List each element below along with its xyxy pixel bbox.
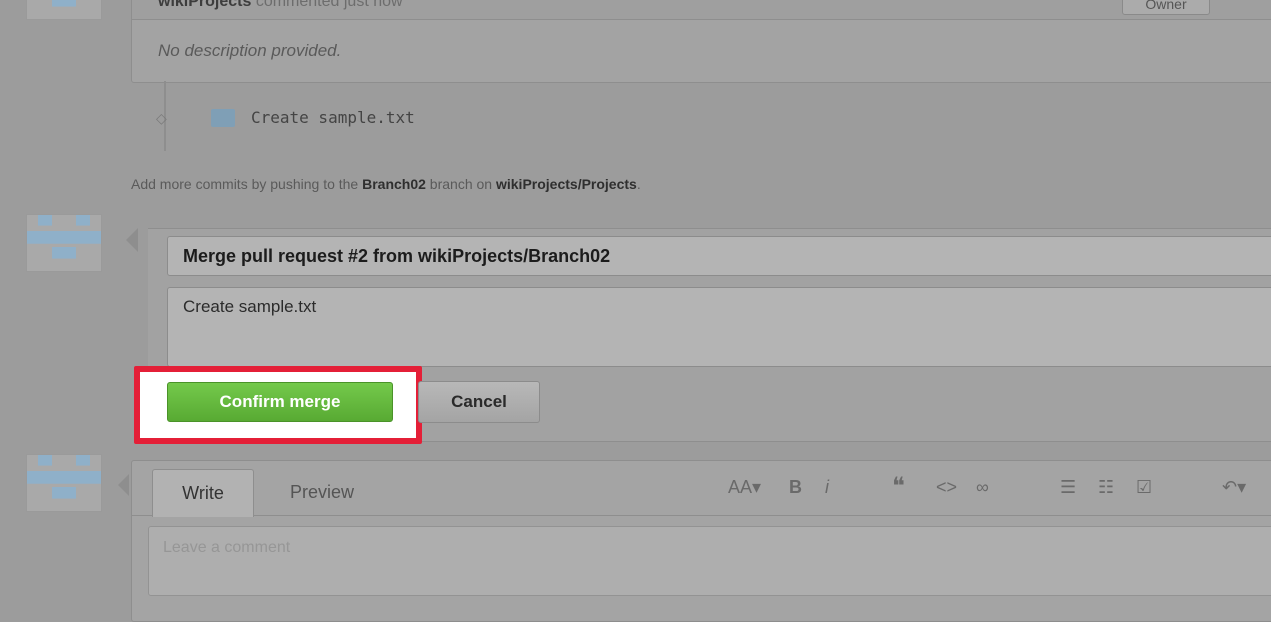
author-name[interactable]: wikiProjects commented just now bbox=[158, 0, 403, 11]
tab-write[interactable]: Write bbox=[152, 469, 254, 517]
commit-comment-box: wikiProjects commented just now Owner No… bbox=[131, 0, 1271, 83]
header-icon[interactable]: AA▾ bbox=[728, 474, 761, 500]
link-icon[interactable]: ∞ bbox=[976, 474, 989, 500]
cancel-button[interactable]: Cancel bbox=[418, 381, 540, 423]
numbered-list-icon[interactable]: ☷ bbox=[1098, 474, 1114, 500]
task-list-icon[interactable]: ☑ bbox=[1136, 474, 1152, 500]
repo-link[interactable]: wikiProjects/Projects bbox=[496, 176, 637, 192]
comment-input[interactable] bbox=[148, 526, 1271, 596]
bulleted-list-icon[interactable]: ☰ bbox=[1060, 474, 1076, 500]
branch-name: Branch02 bbox=[362, 176, 426, 192]
comment-header: wikiProjects commented just now Owner bbox=[132, 0, 1271, 20]
merge-message-field[interactable]: Create sample.txt bbox=[167, 287, 1271, 367]
reply-icon[interactable]: ↶▾ bbox=[1222, 474, 1246, 500]
commit-description: No description provided. bbox=[158, 41, 342, 60]
owner-badge: Owner bbox=[1122, 0, 1210, 15]
tab-preview[interactable]: Preview bbox=[262, 469, 382, 516]
quote-icon[interactable]: ❝ bbox=[892, 474, 905, 500]
code-icon[interactable]: <> bbox=[936, 474, 957, 500]
avatar[interactable] bbox=[26, 0, 102, 20]
commit-message[interactable]: Create sample.txt bbox=[251, 108, 415, 127]
merge-title-field[interactable]: Merge pull request #2 from wikiProjects/… bbox=[167, 236, 1271, 276]
avatar[interactable] bbox=[26, 454, 102, 512]
bold-icon[interactable]: B bbox=[789, 474, 802, 500]
commit-icon: ◇ bbox=[156, 110, 167, 126]
italic-icon[interactable]: i bbox=[825, 474, 829, 500]
push-hint: Add more commits by pushing to the Branc… bbox=[131, 176, 641, 192]
merge-panel-caret bbox=[126, 228, 138, 252]
comment-action: commented just now bbox=[255, 0, 403, 10]
avatar[interactable] bbox=[26, 214, 102, 272]
confirm-merge-button[interactable]: Confirm merge bbox=[167, 382, 393, 422]
commit-avatar[interactable] bbox=[211, 109, 235, 127]
comment-caret bbox=[118, 474, 129, 496]
